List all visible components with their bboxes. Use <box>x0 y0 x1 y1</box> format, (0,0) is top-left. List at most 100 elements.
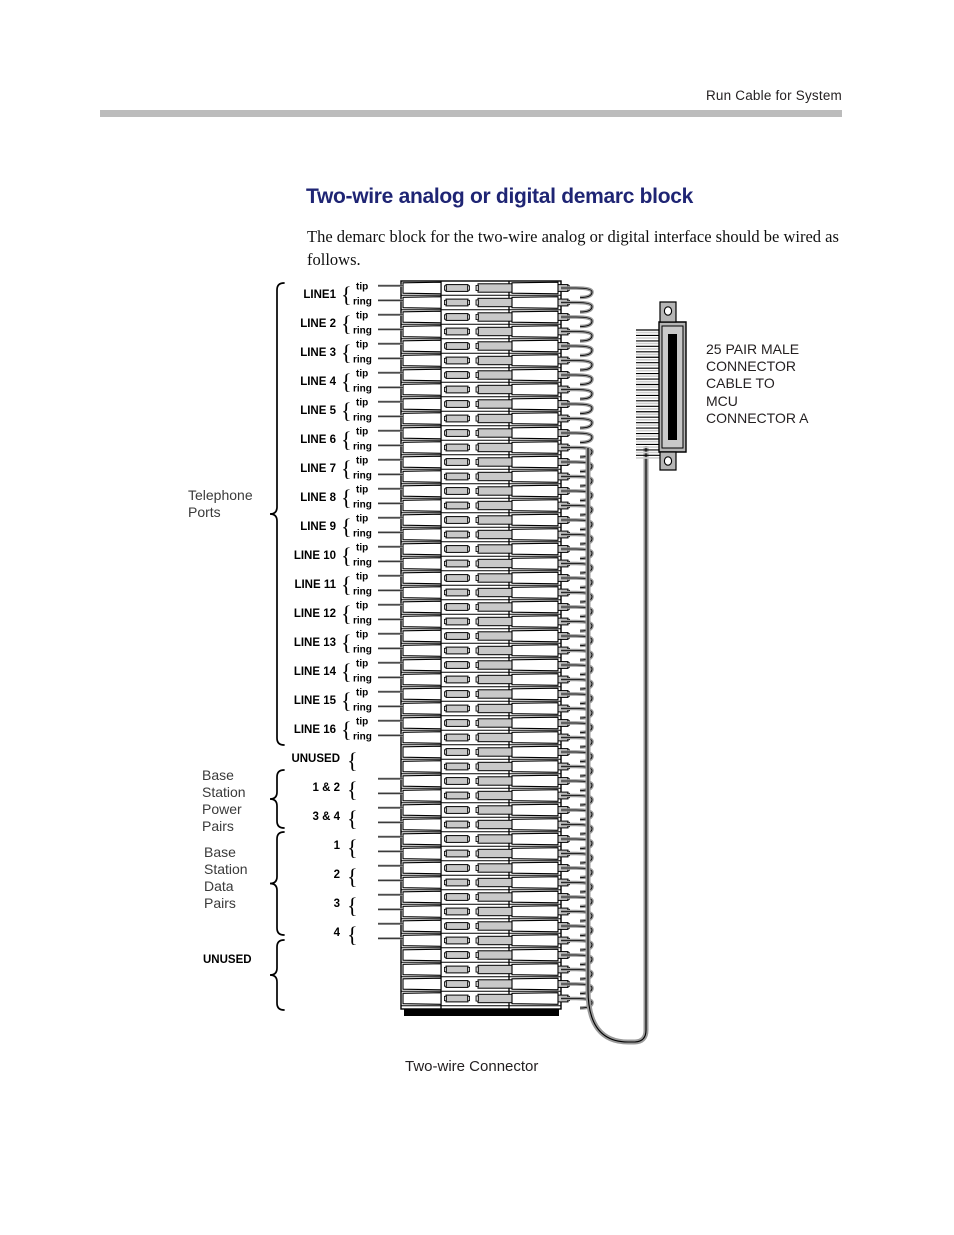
conductor-label-ring-6: ring <box>353 441 372 452</box>
group-label-unused-bottom: UNUSED <box>203 954 252 966</box>
line-label-6: LINE 6 <box>300 434 336 447</box>
line-label-9: LINE 9 <box>300 521 336 534</box>
data-pair-label-3: 3 <box>333 898 340 911</box>
group-label-line: Telephone <box>188 487 253 503</box>
data-pair-brace-3: { <box>347 893 358 919</box>
conductor-label-ring-15: ring <box>353 702 372 713</box>
line-label-13: LINE 13 <box>293 637 336 650</box>
line-brace-14: { <box>341 659 352 685</box>
data-pair-brace-4: { <box>347 922 358 948</box>
connector-callout-line: CABLE TO <box>706 375 775 392</box>
line-label-15: LINE 15 <box>293 695 336 708</box>
line-label-3: LINE 3 <box>300 347 336 360</box>
conductor-label-tip-4: tip <box>356 368 369 380</box>
conductor-label-tip-10: tip <box>356 542 369 554</box>
power-pair-brace-2: { <box>347 806 358 832</box>
conductor-label-ring-12: ring <box>353 615 372 626</box>
line-label-7: LINE 7 <box>300 463 336 476</box>
conductor-label-tip-2: tip <box>356 310 369 322</box>
terminal-block-body <box>400 280 562 1016</box>
wire-loops <box>561 286 594 1010</box>
intro-paragraph: The demarc block for the two-wire analog… <box>307 227 839 269</box>
terminal-rows <box>378 281 571 1007</box>
line-brace-6: { <box>341 427 352 453</box>
conductor-label-ring-8: ring <box>353 499 372 510</box>
group-label-telephone-ports: Telephone Ports <box>188 487 253 521</box>
conductor-label-tip-6: tip <box>356 426 369 438</box>
conductor-label-tip-15: tip <box>356 687 369 699</box>
unused-middle-label: UNUSED <box>291 753 340 766</box>
header-rule <box>100 110 842 117</box>
line-label-10: LINE 10 <box>293 550 336 563</box>
line-brace-4: { <box>341 369 352 395</box>
line-brace-12: { <box>341 601 352 627</box>
group-label-line: Ports <box>188 504 221 520</box>
group-label-base-station-data-pairs: Base Station Data Pairs <box>204 844 248 912</box>
group-label-line: Pairs <box>204 895 236 911</box>
group-label-line: Base <box>202 767 234 783</box>
conductor-label-ring-3: ring <box>353 354 372 365</box>
conductor-label-tip-1: tip <box>356 281 369 293</box>
line-brace-2: { <box>341 311 352 337</box>
conductor-label-ring-9: ring <box>353 528 372 539</box>
conductor-label-tip-9: tip <box>356 513 369 525</box>
line-brace-7: { <box>341 456 352 482</box>
conductor-label-ring-14: ring <box>353 673 372 684</box>
group-label-line: Pairs <box>202 818 234 834</box>
conductor-label-ring-7: ring <box>353 470 372 481</box>
conductor-label-ring-16: ring <box>353 731 372 742</box>
conductor-label-ring-13: ring <box>353 644 372 655</box>
group-label-line: Data <box>204 878 234 894</box>
line-label-11: LINE 11 <box>294 579 336 592</box>
line-brace-15: { <box>341 688 352 714</box>
data-pair-brace-2: { <box>347 864 358 890</box>
line-label-16: LINE 16 <box>293 724 336 737</box>
conductor-label-tip-16: tip <box>356 716 369 728</box>
line-brace-16: { <box>341 717 352 743</box>
line-brace-9: { <box>341 514 352 540</box>
group-label-base-station-power-pairs: Base Station Power Pairs <box>202 767 246 835</box>
line-label-14: LINE 14 <box>293 666 336 679</box>
connector-callout-line: MCU <box>706 392 738 409</box>
diagram-caption: Two-wire Connector <box>405 1058 539 1075</box>
cable-run <box>585 446 649 1045</box>
page-header-text: Run Cable for System <box>705 88 842 103</box>
bracket-unused-bottom <box>269 939 285 1011</box>
connector-callout-line: CONNECTOR A <box>706 409 809 426</box>
line-brace-13: { <box>341 630 352 656</box>
group-label-line: Power <box>202 801 242 817</box>
line-brace-5: { <box>341 398 352 424</box>
conductor-label-tip-13: tip <box>356 629 369 641</box>
conductor-label-ring-5: ring <box>353 412 372 423</box>
line-brace-10: { <box>341 543 352 569</box>
group-label-line: Base <box>204 844 236 860</box>
connector-callout-line: CONNECTOR <box>706 358 796 375</box>
power-pair-label-1: 1 & 2 <box>312 782 341 795</box>
power-pair-brace-1: { <box>347 777 358 803</box>
power-pair-label-2: 3 & 4 <box>312 811 341 824</box>
line-label-5: LINE 5 <box>300 405 336 418</box>
conductor-label-tip-11: tip <box>356 571 369 583</box>
line-label-4: LINE 4 <box>300 376 336 389</box>
line-label-12: LINE 12 <box>293 608 336 621</box>
conductor-label-tip-8: tip <box>356 484 369 496</box>
conductor-label-tip-14: tip <box>356 658 369 670</box>
group-label-line: Station <box>202 784 246 800</box>
data-pair-label-4: 4 <box>333 927 340 940</box>
conductor-label-ring-11: ring <box>353 586 372 597</box>
connector-callout-line: 25 PAIR MALE <box>706 341 800 357</box>
conductor-label-ring-4: ring <box>353 383 372 394</box>
connector-callout: 25 PAIR MALE CONNECTOR CABLE TO MCU CONN… <box>706 341 808 427</box>
page-title: Two-wire analog or digital demarc block <box>306 185 693 208</box>
line-label-8: LINE 8 <box>300 492 336 505</box>
conductor-label-ring-1: ring <box>353 296 372 307</box>
group-label-line: Station <box>204 861 248 877</box>
line-brace-1: { <box>341 282 352 308</box>
conductor-label-tip-3: tip <box>356 339 369 351</box>
line-brace-11: { <box>341 572 352 598</box>
line-brace-8: { <box>341 485 352 511</box>
unused-middle-brace: { <box>347 748 358 774</box>
line-brace-3: { <box>341 340 352 366</box>
25-pair-male-connector <box>636 301 687 471</box>
conductor-label-tip-12: tip <box>356 600 369 612</box>
